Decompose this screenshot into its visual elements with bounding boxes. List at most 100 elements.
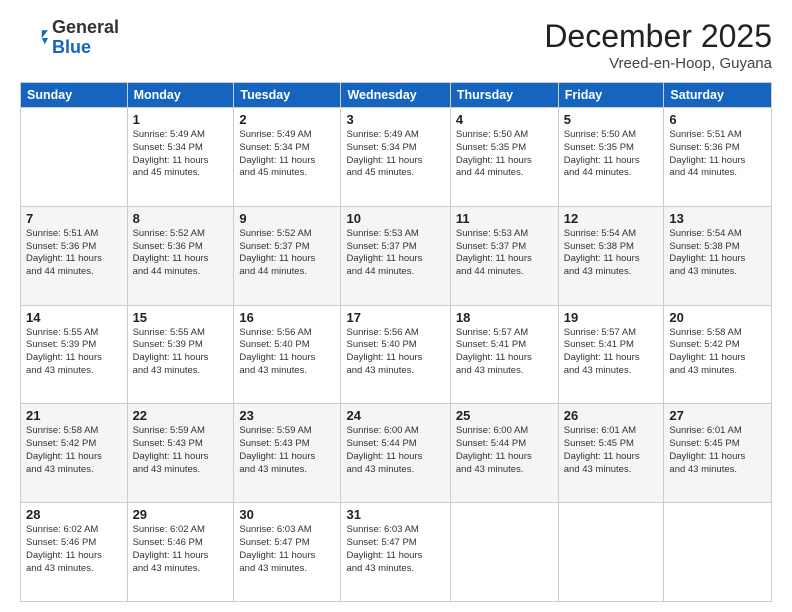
day-number: 13 xyxy=(669,211,766,226)
day-detail: Sunrise: 5:59 AM Sunset: 5:43 PM Dayligh… xyxy=(133,425,229,476)
week-row-3: 14 Sunrise: 5:55 AM Sunset: 5:39 PM Dayli… xyxy=(21,305,772,404)
day-number: 8 xyxy=(133,211,229,226)
calendar-cell: 7 Sunrise: 5:51 AM Sunset: 5:36 PM Daylig… xyxy=(21,206,128,305)
calendar-cell: 8 Sunrise: 5:52 AM Sunset: 5:36 PM Daylig… xyxy=(127,206,234,305)
day-number: 26 xyxy=(564,408,659,423)
weekday-wednesday: Wednesday xyxy=(341,83,450,108)
calendar-cell: 20Sunrise: 5:58 AM Sunset: 5:42 PM Dayli… xyxy=(664,305,772,404)
day-number: 30 xyxy=(239,507,335,522)
day-detail: Sunrise: 5:56 AM Sunset: 5:40 PM Dayligh… xyxy=(346,327,444,378)
calendar-cell: 6 Sunrise: 5:51 AM Sunset: 5:36 PM Daylig… xyxy=(664,108,772,207)
day-number: 1 xyxy=(133,112,229,127)
day-detail: Sunrise: 5:56 AM Sunset: 5:40 PM Dayligh… xyxy=(239,327,335,378)
logo-general: General xyxy=(52,18,119,38)
day-detail: Sunrise: 5:49 AM Sunset: 5:34 PM Dayligh… xyxy=(239,129,335,180)
day-detail: Sunrise: 5:52 AM Sunset: 5:36 PM Dayligh… xyxy=(133,228,229,279)
title-block: December 2025 Vreed-en-Hoop, Guyana xyxy=(544,18,772,72)
day-detail: Sunrise: 5:54 AM Sunset: 5:38 PM Dayligh… xyxy=(669,228,766,279)
calendar-cell: 28Sunrise: 6:02 AM Sunset: 5:46 PM Dayli… xyxy=(21,503,128,602)
day-number: 18 xyxy=(456,310,553,325)
day-detail: Sunrise: 5:52 AM Sunset: 5:37 PM Dayligh… xyxy=(239,228,335,279)
day-detail: Sunrise: 5:49 AM Sunset: 5:34 PM Dayligh… xyxy=(346,129,444,180)
calendar-cell: 21Sunrise: 5:58 AM Sunset: 5:42 PM Dayli… xyxy=(21,404,128,503)
day-number: 23 xyxy=(239,408,335,423)
calendar-cell xyxy=(558,503,664,602)
calendar-cell: 27 Sunrise: 6:01 AM Sunset: 5:45 PM Dayli… xyxy=(664,404,772,503)
day-detail: Sunrise: 6:01 AM Sunset: 5:45 PM Dayligh… xyxy=(669,425,766,476)
calendar-cell: 26 Sunrise: 6:01 AM Sunset: 5:45 PM Dayli… xyxy=(558,404,664,503)
calendar-cell: 19 Sunrise: 5:57 AM Sunset: 5:41 PM Dayli… xyxy=(558,305,664,404)
calendar-cell: 13 Sunrise: 5:54 AM Sunset: 5:38 PM Dayli… xyxy=(664,206,772,305)
day-number: 3 xyxy=(346,112,444,127)
day-detail: Sunrise: 5:49 AM Sunset: 5:34 PM Dayligh… xyxy=(133,129,229,180)
weekday-saturday: Saturday xyxy=(664,83,772,108)
calendar-cell xyxy=(450,503,558,602)
day-number: 16 xyxy=(239,310,335,325)
week-row-5: 28Sunrise: 6:02 AM Sunset: 5:46 PM Dayli… xyxy=(21,503,772,602)
day-number: 4 xyxy=(456,112,553,127)
day-detail: Sunrise: 6:00 AM Sunset: 5:44 PM Dayligh… xyxy=(456,425,553,476)
day-number: 10 xyxy=(346,211,444,226)
day-detail: Sunrise: 5:50 AM Sunset: 5:35 PM Dayligh… xyxy=(456,129,553,180)
calendar-cell: 5Sunrise: 5:50 AM Sunset: 5:35 PM Daylig… xyxy=(558,108,664,207)
day-detail: Sunrise: 5:50 AM Sunset: 5:35 PM Dayligh… xyxy=(564,129,659,180)
calendar-cell: 1 Sunrise: 5:49 AM Sunset: 5:34 PM Daylig… xyxy=(127,108,234,207)
calendar-cell: 11Sunrise: 5:53 AM Sunset: 5:37 PM Dayli… xyxy=(450,206,558,305)
calendar-cell: 22Sunrise: 5:59 AM Sunset: 5:43 PM Dayli… xyxy=(127,404,234,503)
day-detail: Sunrise: 5:54 AM Sunset: 5:38 PM Dayligh… xyxy=(564,228,659,279)
calendar-cell: 16 Sunrise: 5:56 AM Sunset: 5:40 PM Dayli… xyxy=(234,305,341,404)
calendar-cell: 29 Sunrise: 6:02 AM Sunset: 5:46 PM Dayli… xyxy=(127,503,234,602)
day-detail: Sunrise: 5:51 AM Sunset: 5:36 PM Dayligh… xyxy=(669,129,766,180)
calendar-cell: 12 Sunrise: 5:54 AM Sunset: 5:38 PM Dayli… xyxy=(558,206,664,305)
weekday-sunday: Sunday xyxy=(21,83,128,108)
day-detail: Sunrise: 6:00 AM Sunset: 5:44 PM Dayligh… xyxy=(346,425,444,476)
location: Vreed-en-Hoop, Guyana xyxy=(544,55,772,72)
day-detail: Sunrise: 6:02 AM Sunset: 5:46 PM Dayligh… xyxy=(133,524,229,575)
day-detail: Sunrise: 6:03 AM Sunset: 5:47 PM Dayligh… xyxy=(239,524,335,575)
day-number: 6 xyxy=(669,112,766,127)
day-detail: Sunrise: 5:59 AM Sunset: 5:43 PM Dayligh… xyxy=(239,425,335,476)
day-detail: Sunrise: 5:58 AM Sunset: 5:42 PM Dayligh… xyxy=(26,425,122,476)
day-detail: Sunrise: 6:02 AM Sunset: 5:46 PM Dayligh… xyxy=(26,524,122,575)
day-number: 12 xyxy=(564,211,659,226)
day-number: 27 xyxy=(669,408,766,423)
calendar-cell: 2 Sunrise: 5:49 AM Sunset: 5:34 PM Daylig… xyxy=(234,108,341,207)
day-detail: Sunrise: 5:53 AM Sunset: 5:37 PM Dayligh… xyxy=(346,228,444,279)
day-detail: Sunrise: 5:57 AM Sunset: 5:41 PM Dayligh… xyxy=(564,327,659,378)
calendar-cell xyxy=(664,503,772,602)
calendar-cell: 31Sunrise: 6:03 AM Sunset: 5:47 PM Dayli… xyxy=(341,503,450,602)
weekday-tuesday: Tuesday xyxy=(234,83,341,108)
day-number: 17 xyxy=(346,310,444,325)
week-row-4: 21Sunrise: 5:58 AM Sunset: 5:42 PM Dayli… xyxy=(21,404,772,503)
day-number: 19 xyxy=(564,310,659,325)
calendar-cell: 18 Sunrise: 5:57 AM Sunset: 5:41 PM Dayli… xyxy=(450,305,558,404)
logo-text: General Blue xyxy=(52,18,119,58)
day-number: 14 xyxy=(26,310,122,325)
weekday-monday: Monday xyxy=(127,83,234,108)
day-detail: Sunrise: 5:55 AM Sunset: 5:39 PM Dayligh… xyxy=(133,327,229,378)
day-detail: Sunrise: 6:01 AM Sunset: 5:45 PM Dayligh… xyxy=(564,425,659,476)
calendar-cell xyxy=(21,108,128,207)
calendar-cell: 17 Sunrise: 5:56 AM Sunset: 5:40 PM Dayli… xyxy=(341,305,450,404)
page: General Blue December 2025 Vreed-en-Hoop… xyxy=(0,0,792,612)
weekday-header-row: SundayMondayTuesdayWednesdayThursdayFrid… xyxy=(21,83,772,108)
day-number: 29 xyxy=(133,507,229,522)
day-detail: Sunrise: 5:51 AM Sunset: 5:36 PM Dayligh… xyxy=(26,228,122,279)
day-number: 15 xyxy=(133,310,229,325)
day-number: 9 xyxy=(239,211,335,226)
day-number: 11 xyxy=(456,211,553,226)
logo: General Blue xyxy=(20,18,119,58)
calendar-cell: 9 Sunrise: 5:52 AM Sunset: 5:37 PM Daylig… xyxy=(234,206,341,305)
day-detail: Sunrise: 5:58 AM Sunset: 5:42 PM Dayligh… xyxy=(669,327,766,378)
calendar-cell: 15 Sunrise: 5:55 AM Sunset: 5:39 PM Dayli… xyxy=(127,305,234,404)
calendar-table: SundayMondayTuesdayWednesdayThursdayFrid… xyxy=(20,82,772,602)
calendar-cell: 14Sunrise: 5:55 AM Sunset: 5:39 PM Dayli… xyxy=(21,305,128,404)
day-number: 7 xyxy=(26,211,122,226)
calendar-cell: 4 Sunrise: 5:50 AM Sunset: 5:35 PM Daylig… xyxy=(450,108,558,207)
calendar-cell: 10 Sunrise: 5:53 AM Sunset: 5:37 PM Dayli… xyxy=(341,206,450,305)
calendar-cell: 23 Sunrise: 5:59 AM Sunset: 5:43 PM Dayli… xyxy=(234,404,341,503)
day-number: 2 xyxy=(239,112,335,127)
day-number: 25 xyxy=(456,408,553,423)
day-detail: Sunrise: 6:03 AM Sunset: 5:47 PM Dayligh… xyxy=(346,524,444,575)
day-detail: Sunrise: 5:57 AM Sunset: 5:41 PM Dayligh… xyxy=(456,327,553,378)
